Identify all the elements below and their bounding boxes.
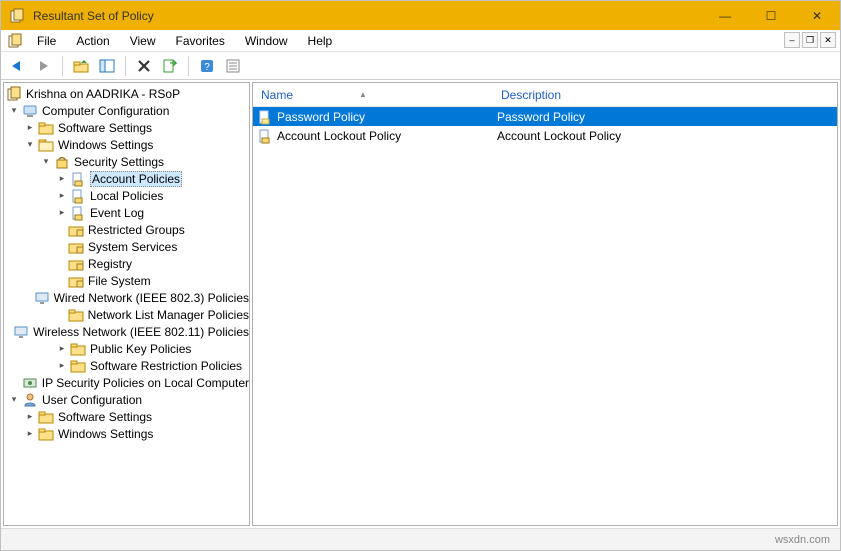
menu-window[interactable]: Window bbox=[237, 32, 296, 50]
tree-pane[interactable]: Krishna on AADRIKA - RSoP ▾Computer Conf… bbox=[3, 82, 250, 526]
policy-icon bbox=[70, 171, 86, 187]
computer-icon bbox=[22, 103, 38, 119]
status-bar: wsxdn.com bbox=[1, 528, 840, 550]
tree-user-config[interactable]: ▾User Configuration bbox=[4, 391, 249, 408]
list-header: Name▲ Description bbox=[253, 83, 837, 107]
folder-icon bbox=[38, 426, 54, 442]
tree-ip-security[interactable]: IP Security Policies on Local Computer bbox=[4, 374, 249, 391]
policy-icon bbox=[70, 205, 86, 221]
title-bar: Resultant Set of Policy — ☐ ✕ bbox=[1, 1, 840, 30]
rsop-icon bbox=[6, 86, 22, 102]
tree-comp-software[interactable]: ▸Software Settings bbox=[4, 119, 249, 136]
locked-folder-icon bbox=[68, 273, 84, 289]
folder-icon bbox=[68, 307, 84, 323]
collapse-icon[interactable]: ▾ bbox=[24, 139, 36, 151]
locked-folder-icon bbox=[68, 239, 84, 255]
tree-file-system[interactable]: File System bbox=[4, 272, 249, 289]
tree-event-log[interactable]: ▸Event Log bbox=[4, 204, 249, 221]
expand-icon[interactable]: ▸ bbox=[24, 411, 36, 423]
expand-icon[interactable]: ▸ bbox=[56, 343, 68, 355]
forward-button[interactable] bbox=[33, 55, 55, 77]
up-button[interactable] bbox=[70, 55, 92, 77]
ipsec-icon bbox=[22, 375, 38, 391]
properties-button[interactable] bbox=[222, 55, 244, 77]
locked-folder-icon bbox=[68, 256, 84, 272]
network-icon bbox=[13, 324, 29, 340]
document-icon bbox=[7, 33, 23, 49]
content-area: Krishna on AADRIKA - RSoP ▾Computer Conf… bbox=[1, 80, 840, 528]
tree-security-settings[interactable]: ▾Security Settings bbox=[4, 153, 249, 170]
folder-icon bbox=[38, 120, 54, 136]
menu-bar: File Action View Favorites Window Help –… bbox=[1, 30, 840, 52]
expand-icon[interactable]: ▸ bbox=[56, 207, 68, 219]
tree-computer-config[interactable]: ▾Computer Configuration bbox=[4, 102, 249, 119]
app-icon bbox=[9, 8, 25, 24]
menu-favorites[interactable]: Favorites bbox=[168, 32, 233, 50]
mdi-restore-button[interactable]: ❐ bbox=[802, 32, 818, 48]
list-row-account-lockout[interactable]: Account Lockout Policy Account Lockout P… bbox=[253, 126, 837, 145]
column-name[interactable]: Name▲ bbox=[253, 88, 493, 102]
tree-registry[interactable]: Registry bbox=[4, 255, 249, 272]
mdi-close-button[interactable]: ✕ bbox=[820, 32, 836, 48]
expand-icon[interactable]: ▸ bbox=[56, 190, 68, 202]
user-icon bbox=[22, 392, 38, 408]
show-hide-tree-button[interactable] bbox=[96, 55, 118, 77]
list-pane[interactable]: Name▲ Description Password Policy Passwo… bbox=[252, 82, 838, 526]
policy-icon bbox=[257, 128, 273, 144]
source-label: wsxdn.com bbox=[775, 534, 830, 546]
tree-account-policies[interactable]: ▸Account Policies bbox=[4, 170, 249, 187]
expand-icon[interactable]: ▸ bbox=[24, 122, 36, 134]
collapse-icon[interactable]: ▾ bbox=[40, 156, 52, 168]
tree-network-list-manager[interactable]: Network List Manager Policies bbox=[4, 306, 249, 323]
window-title: Resultant Set of Policy bbox=[33, 9, 702, 23]
sort-asc-icon: ▲ bbox=[359, 90, 367, 99]
help-button[interactable]: ? bbox=[196, 55, 218, 77]
tree-user-software[interactable]: ▸Software Settings bbox=[4, 408, 249, 425]
tree-comp-windows[interactable]: ▾Windows Settings bbox=[4, 136, 249, 153]
expand-icon[interactable]: ▸ bbox=[56, 360, 68, 372]
collapse-icon[interactable]: ▾ bbox=[8, 394, 20, 406]
menu-action[interactable]: Action bbox=[68, 32, 117, 50]
tree-restricted-groups[interactable]: Restricted Groups bbox=[4, 221, 249, 238]
tree-wireless-network[interactable]: Wireless Network (IEEE 802.11) Policies bbox=[4, 323, 249, 340]
close-button[interactable]: ✕ bbox=[794, 1, 840, 30]
folder-icon bbox=[70, 341, 86, 357]
tree-software-restriction[interactable]: ▸Software Restriction Policies bbox=[4, 357, 249, 374]
locked-folder-icon bbox=[68, 222, 84, 238]
collapse-icon[interactable]: ▾ bbox=[8, 105, 20, 117]
maximize-button[interactable]: ☐ bbox=[748, 1, 794, 30]
menu-help[interactable]: Help bbox=[300, 32, 341, 50]
minimize-button[interactable]: — bbox=[702, 1, 748, 30]
security-icon bbox=[54, 154, 70, 170]
menu-file[interactable]: File bbox=[29, 32, 64, 50]
svg-text:?: ? bbox=[204, 62, 210, 73]
delete-button[interactable] bbox=[133, 55, 155, 77]
tree-user-windows[interactable]: ▸Windows Settings bbox=[4, 425, 249, 442]
column-description[interactable]: Description bbox=[493, 88, 569, 102]
folder-open-icon bbox=[38, 137, 54, 153]
tree-local-policies[interactable]: ▸Local Policies bbox=[4, 187, 249, 204]
export-button[interactable] bbox=[159, 55, 181, 77]
tree-system-services[interactable]: System Services bbox=[4, 238, 249, 255]
tree-root[interactable]: Krishna on AADRIKA - RSoP bbox=[4, 85, 249, 102]
expand-icon[interactable]: ▸ bbox=[24, 428, 36, 440]
back-button[interactable] bbox=[7, 55, 29, 77]
folder-icon bbox=[70, 358, 86, 374]
policy-icon bbox=[70, 188, 86, 204]
network-icon bbox=[34, 290, 50, 306]
list-row-password-policy[interactable]: Password Policy Password Policy bbox=[253, 107, 837, 126]
expand-icon[interactable]: ▸ bbox=[56, 173, 68, 185]
tree-public-key[interactable]: ▸Public Key Policies bbox=[4, 340, 249, 357]
tree-wired-network[interactable]: Wired Network (IEEE 802.3) Policies bbox=[4, 289, 249, 306]
toolbar: ? bbox=[1, 52, 840, 80]
policy-icon bbox=[257, 109, 273, 125]
menu-view[interactable]: View bbox=[122, 32, 164, 50]
folder-icon bbox=[38, 409, 54, 425]
mdi-minimize-button[interactable]: – bbox=[784, 32, 800, 48]
